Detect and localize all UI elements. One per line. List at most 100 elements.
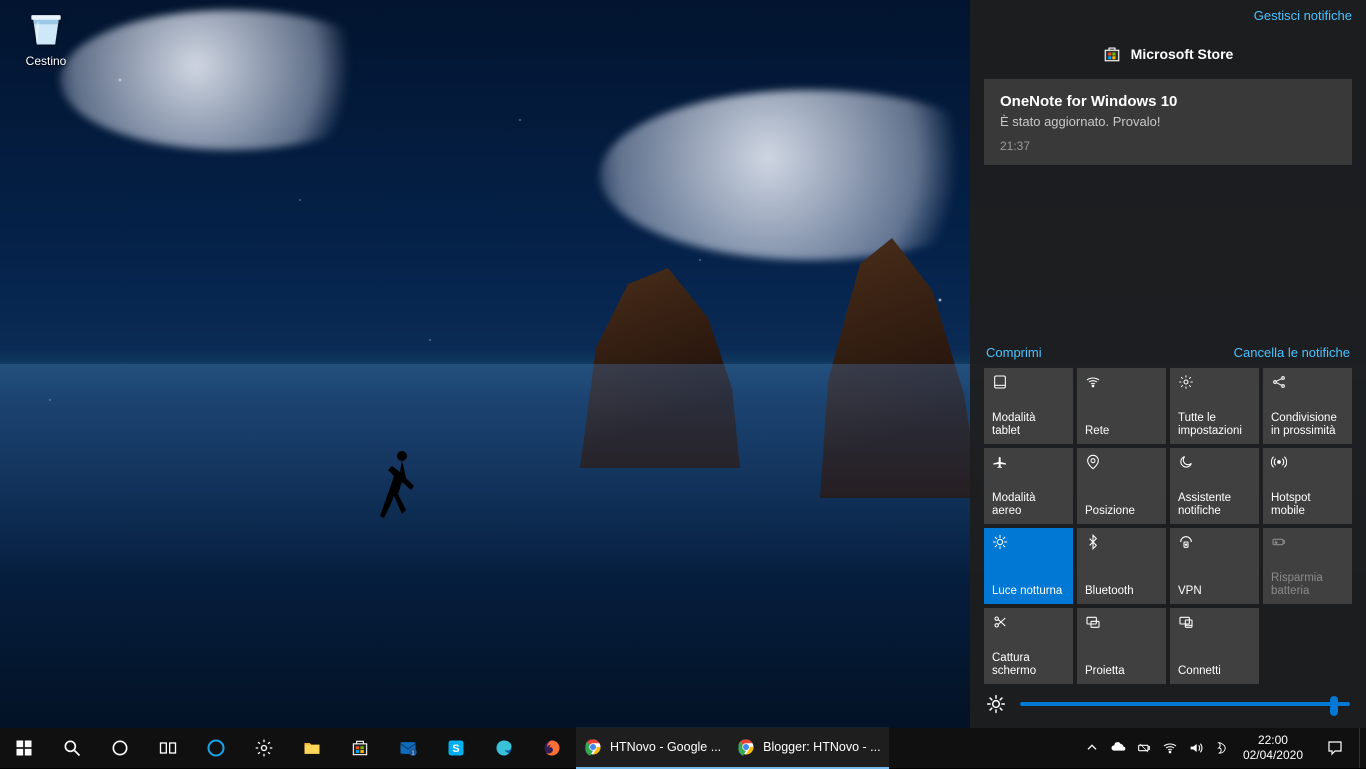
microsoft-store-taskbar-icon[interactable] <box>336 728 384 768</box>
action-center-panel: Gestisci notifiche Microsoft Store OneNo… <box>970 0 1366 728</box>
firefox-icon[interactable] <box>528 728 576 768</box>
moon-icon <box>1178 454 1194 470</box>
manage-notifications-link[interactable]: Gestisci notifiche <box>1254 8 1352 23</box>
recycle-bin-label: Cestino <box>26 54 67 68</box>
quick-action-screen-snip[interactable]: Cattura schermo <box>984 608 1073 684</box>
quick-action-label: Risparmia batteria <box>1271 572 1344 598</box>
tablet-icon <box>992 374 1008 390</box>
quick-action-battery-saver: Risparmia batteria <box>1263 528 1352 604</box>
brightness-control <box>970 686 1366 728</box>
gear-icon <box>1178 374 1194 390</box>
quick-action-all-settings[interactable]: Tutte le impostazioni <box>1170 368 1259 444</box>
collapse-quick-actions-link[interactable]: Comprimi <box>986 345 1042 360</box>
taskbar-date: 02/04/2020 <box>1243 748 1303 763</box>
power-tray-icon[interactable] <box>1131 728 1157 768</box>
quick-action-label: Hotspot mobile <box>1271 492 1344 518</box>
quick-action-focus-assist[interactable]: Assistente notifiche <box>1170 448 1259 524</box>
quick-action-label: Tutte le impostazioni <box>1178 412 1251 438</box>
tray-overflow-icon[interactable] <box>1079 728 1105 768</box>
search-button[interactable] <box>48 728 96 768</box>
brightness-icon <box>986 694 1006 714</box>
quick-action-label: Bluetooth <box>1085 585 1158 598</box>
taskbar-item-label: HTNovo - Google ... <box>610 740 721 754</box>
quick-action-label: Rete <box>1085 425 1158 438</box>
file-explorer-icon[interactable] <box>288 728 336 768</box>
taskbar-item-label: Blogger: HTNovo - ... <box>763 740 880 754</box>
quick-action-label: Modalità aereo <box>992 492 1065 518</box>
wifi-icon <box>1085 374 1101 390</box>
quick-action-network[interactable]: Rete <box>1077 368 1166 444</box>
volume-tray-icon[interactable] <box>1183 728 1209 768</box>
taskbar-item-chrome-1[interactable]: HTNovo - Google ... <box>576 727 729 769</box>
quick-action-vpn[interactable]: VPN <box>1170 528 1259 604</box>
quick-action-label: Assistente notifiche <box>1178 492 1251 518</box>
quick-actions-grid: Modalità tablet Rete Tutte le impostazioni… <box>970 368 1366 686</box>
action-center-button[interactable] <box>1311 728 1359 768</box>
taskbar-time: 22:00 <box>1243 733 1303 748</box>
quick-action-label: Luce notturna <box>992 585 1065 598</box>
notification-source-label: Microsoft Store <box>1131 46 1234 62</box>
edge-icon[interactable] <box>480 728 528 768</box>
start-button[interactable] <box>0 728 48 768</box>
battery-icon <box>1271 534 1287 550</box>
skype-icon[interactable]: S <box>432 728 480 768</box>
mail-app-icon[interactable]: 1 <box>384 728 432 768</box>
chrome-icon <box>737 738 755 756</box>
airplane-icon <box>992 454 1008 470</box>
cloud-decoration <box>600 90 1020 260</box>
connect-icon <box>1178 614 1194 630</box>
quick-action-label: Proietta <box>1085 665 1158 678</box>
chrome-icon <box>584 738 602 756</box>
svg-text:S: S <box>452 743 459 755</box>
brightness-slider[interactable] <box>1020 702 1350 706</box>
settings-app-icon[interactable] <box>240 728 288 768</box>
cloud-decoration <box>60 10 400 150</box>
svg-text:1: 1 <box>412 750 415 756</box>
quick-action-project[interactable]: Proietta <box>1077 608 1166 684</box>
onedrive-tray-icon[interactable] <box>1105 728 1131 768</box>
quick-action-label: Condivisione in prossimità <box>1271 412 1344 438</box>
share-icon <box>1271 374 1287 390</box>
notification-title: OneNote for Windows 10 <box>1000 93 1336 110</box>
bluetooth-icon <box>1085 534 1101 550</box>
notification-body: È stato aggiornato. Provalo! <box>1000 114 1336 129</box>
quick-action-nearby-share[interactable]: Condivisione in prossimità <box>1263 368 1352 444</box>
taskbar-item-chrome-2[interactable]: Blogger: HTNovo - ... <box>729 727 888 769</box>
vpn-icon <box>1178 534 1194 550</box>
quick-action-connect[interactable]: Connetti <box>1170 608 1259 684</box>
microsoft-store-icon <box>1103 45 1121 63</box>
quick-action-label: Posizione <box>1085 505 1158 518</box>
wifi-tray-icon[interactable] <box>1157 728 1183 768</box>
quick-action-bluetooth[interactable]: Bluetooth <box>1077 528 1166 604</box>
quick-action-label: Modalità tablet <box>992 412 1065 438</box>
notification-source-header: Microsoft Store <box>970 27 1366 73</box>
quick-action-airplane-mode[interactable]: Modalità aereo <box>984 448 1073 524</box>
taskbar: 1 S HTNovo - Google ... Blogger: HTNovo … <box>0 728 1366 768</box>
quick-action-label: Cattura schermo <box>992 652 1065 678</box>
quick-action-tablet-mode[interactable]: Modalità tablet <box>984 368 1073 444</box>
recycle-bin-icon <box>24 6 68 50</box>
system-tray <box>1079 728 1235 768</box>
notification-time: 21:37 <box>1000 139 1336 153</box>
flux-tray-icon[interactable] <box>1209 728 1235 768</box>
quick-action-mobile-hotspot[interactable]: Hotspot mobile <box>1263 448 1352 524</box>
taskbar-clock[interactable]: 22:00 02/04/2020 <box>1235 733 1311 763</box>
hotspot-icon <box>1271 454 1287 470</box>
quick-action-label: VPN <box>1178 585 1251 598</box>
brightness-thumb[interactable] <box>1330 696 1338 716</box>
task-view-button[interactable] <box>144 728 192 768</box>
quick-action-location[interactable]: Posizione <box>1077 448 1166 524</box>
show-desktop-button[interactable] <box>1359 728 1366 768</box>
runner-decoration <box>380 448 420 518</box>
quick-action-label: Connetti <box>1178 665 1251 678</box>
recycle-bin[interactable]: Cestino <box>8 6 84 68</box>
quick-action-night-light[interactable]: Luce notturna <box>984 528 1073 604</box>
project-icon <box>1085 614 1101 630</box>
location-icon <box>1085 454 1101 470</box>
clear-notifications-link[interactable]: Cancella le notifiche <box>1234 345 1350 360</box>
cortana-app-icon[interactable] <box>192 728 240 768</box>
cortana-button[interactable] <box>96 728 144 768</box>
sun-icon <box>992 534 1008 550</box>
notification-card[interactable]: OneNote for Windows 10 È stato aggiornat… <box>984 79 1352 165</box>
snip-icon <box>992 614 1008 630</box>
